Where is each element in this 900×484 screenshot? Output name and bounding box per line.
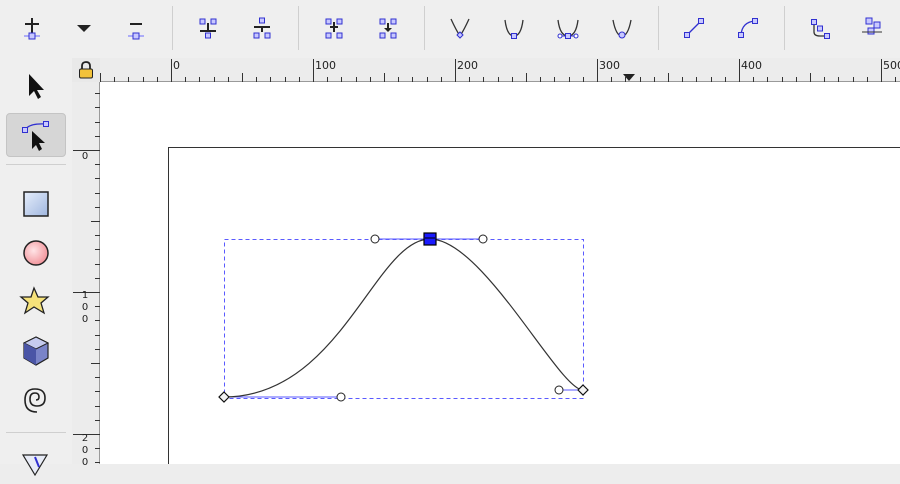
cusp-node[interactable] [578, 385, 588, 395]
auto-smooth-node-button[interactable] [606, 12, 638, 44]
bezier-handle[interactable] [337, 393, 345, 401]
stroke-to-path-button[interactable] [856, 12, 888, 44]
3d-box-tool-icon [19, 334, 53, 368]
delete-segment-button[interactable] [372, 12, 404, 44]
vertical-ruler-ticks [72, 82, 100, 464]
make-smooth-node-button[interactable] [498, 12, 530, 44]
toolbar-separator [298, 6, 299, 50]
vertical-ruler[interactable]: 0 1 0 0 2 0 0 [72, 82, 100, 464]
bezier-handle[interactable] [479, 235, 487, 243]
break-path-button[interactable] [246, 12, 278, 44]
ruler-label: 100 [315, 59, 336, 72]
canvas-drawing [100, 82, 900, 464]
ruler-label: 0 [80, 303, 90, 313]
make-segment-curve-button[interactable] [732, 12, 764, 44]
insert-node-dropdown[interactable] [68, 12, 100, 44]
ruler-label: 1 [80, 291, 90, 301]
auto-smooth-node-icon [608, 14, 636, 42]
ruler-label: 0 [173, 59, 180, 72]
ruler-label: 300 [599, 59, 620, 72]
ruler-label: 500 [883, 59, 900, 72]
make-cusp-node-button[interactable] [444, 12, 476, 44]
horizontal-ruler-ticks [100, 58, 900, 82]
join-segment-button[interactable] [318, 12, 350, 44]
make-symmetric-node-button[interactable] [552, 12, 584, 44]
path-bounding-box [225, 240, 584, 399]
guide-lock-toggle[interactable] [72, 58, 100, 82]
selector-tool-icon [19, 69, 53, 103]
horizontal-ruler[interactable]: 0 100 200 300 400 500 [100, 58, 900, 82]
delete-node-icon [122, 14, 150, 42]
star-tool[interactable] [6, 280, 66, 324]
lock-icon [76, 60, 96, 80]
make-smooth-node-icon [500, 14, 528, 42]
make-segment-line-icon [680, 14, 708, 42]
selector-tool[interactable] [6, 64, 66, 108]
break-path-icon [248, 14, 276, 42]
toolbar-separator [784, 6, 785, 50]
toolbar-separator [424, 6, 425, 50]
join-segment-icon [320, 14, 348, 42]
drawing-canvas[interactable] [100, 82, 900, 464]
3d-box-tool[interactable] [6, 329, 66, 373]
make-segment-line-button[interactable] [678, 12, 710, 44]
ruler-label: 2 [80, 434, 90, 444]
pencil-tool[interactable] [6, 440, 66, 484]
ruler-label: 200 [457, 59, 478, 72]
chevron-down-icon [70, 14, 98, 42]
ruler-label: 0 [80, 152, 90, 162]
ruler-label: 0 [80, 446, 90, 456]
object-to-path-icon [806, 14, 834, 42]
rectangle-tool[interactable] [6, 182, 66, 226]
bezier-path[interactable] [224, 239, 583, 397]
node-tool[interactable] [6, 113, 66, 157]
toolbar-separator [658, 6, 659, 50]
ellipse-tool-icon [19, 236, 53, 270]
ruler-label: 0 [80, 458, 90, 468]
bezier-handle[interactable] [555, 386, 563, 394]
delete-segment-icon [374, 14, 402, 42]
node-tool-icon [19, 118, 53, 152]
stroke-to-path-icon [858, 14, 886, 42]
ellipse-tool[interactable] [6, 231, 66, 275]
pencil-tool-icon [19, 445, 53, 479]
insert-node-icon [18, 14, 46, 42]
ruler-label: 0 [80, 315, 90, 325]
make-cusp-node-icon [446, 14, 474, 42]
spiral-tool[interactable] [6, 378, 66, 422]
spiral-tool-icon [19, 383, 53, 417]
make-symmetric-node-icon [554, 14, 582, 42]
join-nodes-button[interactable] [192, 12, 224, 44]
rectangle-tool-icon [19, 187, 53, 221]
cusp-node[interactable] [219, 392, 229, 402]
toolbar-separator [172, 6, 173, 50]
cursor-position-marker-icon [623, 74, 635, 82]
object-to-path-button[interactable] [804, 12, 836, 44]
toolbox [0, 58, 72, 464]
insert-node-button[interactable] [16, 12, 48, 44]
make-segment-curve-icon [734, 14, 762, 42]
node-tool-controls-bar [0, 0, 900, 59]
toolbox-separator [6, 164, 66, 165]
page-border [169, 148, 900, 465]
bezier-handle[interactable] [371, 235, 379, 243]
ruler-label: 400 [741, 59, 762, 72]
join-nodes-icon [194, 14, 222, 42]
selected-node[interactable] [424, 233, 436, 245]
delete-node-button[interactable] [120, 12, 152, 44]
toolbox-separator [6, 432, 66, 433]
star-tool-icon [19, 285, 53, 319]
